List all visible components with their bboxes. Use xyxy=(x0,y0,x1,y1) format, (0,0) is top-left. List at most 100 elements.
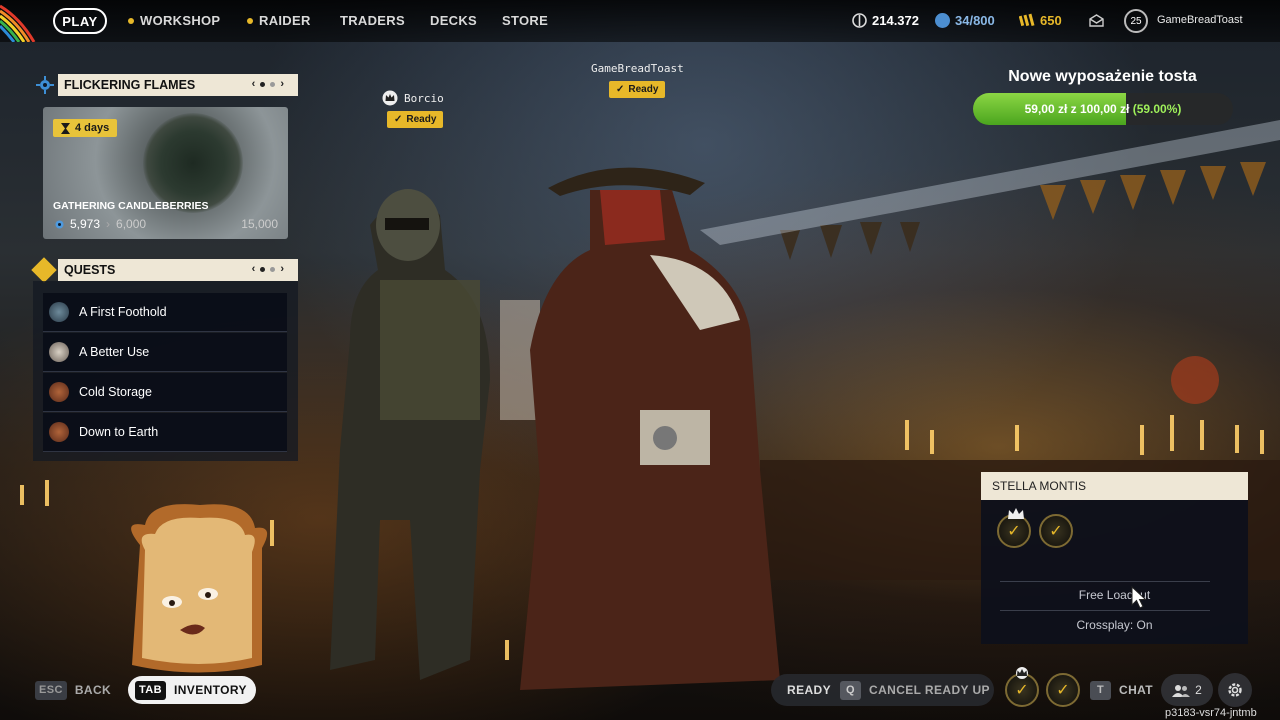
nav-workshop-label: WORKSHOP xyxy=(140,13,221,28)
quest-giver-avatar-icon xyxy=(49,382,69,402)
checkmark-icon: ✓ xyxy=(616,84,625,95)
donation-goal-title: Nowe wyposażenie tosta xyxy=(1008,68,1197,85)
rainbow-stripes-logo xyxy=(0,4,36,42)
party-member-name: GameBreadToast xyxy=(591,62,684,75)
notification-dot-icon xyxy=(247,17,253,24)
inventory-label: INVENTORY xyxy=(174,683,247,697)
quest-giver-avatar-icon xyxy=(49,422,69,442)
crossplay-option[interactable]: Crossplay: On xyxy=(981,618,1248,632)
quest-label: A First Foothold xyxy=(79,305,167,319)
quest-label: A Better Use xyxy=(79,345,150,359)
party-member-ready-badge: ✓ Ready xyxy=(387,111,444,128)
quest-list: A First Foothold A Better Use Cold Stora… xyxy=(33,281,298,461)
back-button[interactable]: ESC BACK xyxy=(35,676,111,704)
quest-label: Down to Earth xyxy=(79,425,159,439)
nav-decks-tab[interactable]: DECKS xyxy=(430,13,477,28)
donation-goal-bar: 59,00 zł z 100,00 zł (59.00%) xyxy=(973,93,1233,125)
quests-next-arrow[interactable]: › xyxy=(280,263,284,275)
nav-store-tab[interactable]: STORE xyxy=(502,13,548,28)
q-key-hint: Q xyxy=(840,680,861,700)
event-title: GATHERING CANDLEBERRIES xyxy=(53,200,209,212)
self-avatar[interactable]: ✓ xyxy=(1005,667,1039,707)
event-progress-row: 5,973 › 6,000 15,000 xyxy=(53,217,278,231)
event-card[interactable]: 4 days GATHERING CANDLEBERRIES 5,973 › 6… xyxy=(43,107,288,239)
quests-header-title: QUESTS xyxy=(64,263,116,277)
build-watermark: p3183-vsr74-jntmb xyxy=(1165,707,1257,719)
nav-workshop-tab[interactable]: WORKSHOP xyxy=(128,13,220,28)
chevron-right-icon: › xyxy=(106,217,111,231)
ready-status-label: Ready xyxy=(406,114,437,125)
nav-traders-tab[interactable]: TRADERS xyxy=(340,13,405,28)
cancel-ready-button[interactable]: Q CANCEL READY UP xyxy=(840,676,990,704)
cancel-ready-label: CANCEL READY UP xyxy=(869,683,990,697)
tab-key-hint: TAB xyxy=(135,680,166,700)
pager-dot-active xyxy=(260,266,266,272)
friends-button[interactable]: 2 xyxy=(1161,674,1213,706)
event-timer-badge: 4 days xyxy=(53,119,118,137)
quests-prev-arrow[interactable]: ‹ xyxy=(252,263,256,275)
event-progress-value: 5,973 xyxy=(70,217,101,231)
crown-icon xyxy=(1016,667,1028,679)
event-header: FLICKERING FLAMES ‹ › xyxy=(58,74,298,96)
goal-percent: (59.00%) xyxy=(1132,102,1182,116)
ready-label: READY xyxy=(787,683,832,697)
goal-separator: z xyxy=(1070,102,1077,116)
t-key-hint: T xyxy=(1090,680,1111,700)
squad-map-title: STELLA MONTIS xyxy=(981,472,1248,500)
event-header-title: FLICKERING FLAMES xyxy=(64,78,196,92)
event-prev-arrow[interactable]: ‹ xyxy=(252,78,256,90)
event-timer-value: 4 days xyxy=(75,122,110,134)
ready-status: READY xyxy=(787,676,831,704)
inventory-button-content: TAB INVENTORY xyxy=(135,676,247,704)
quest-giver-avatar-icon xyxy=(49,302,69,322)
nav-play-tab[interactable]: PLAY xyxy=(53,8,107,34)
candleberry-tree-image xyxy=(143,113,243,213)
quests-pager: ‹ › xyxy=(252,263,284,275)
quest-item[interactable]: A Better Use xyxy=(43,333,287,372)
pager-dot xyxy=(270,266,276,272)
friends-icon xyxy=(1172,684,1191,697)
credits-balance: 650 xyxy=(1019,13,1062,28)
pager-dot xyxy=(270,81,276,87)
profile-name[interactable]: GameBreadToast xyxy=(1157,14,1243,26)
top-navigation-bar: PLAY WORKSHOP RAIDER TRADERS DECKS STORE… xyxy=(0,0,1280,42)
checkmark-icon: ✓ xyxy=(394,114,403,125)
friends-count: 2 xyxy=(1195,683,1202,697)
settings-button[interactable] xyxy=(1218,673,1252,707)
quest-item[interactable]: A First Foothold xyxy=(43,293,287,332)
squad-popup: STELLA MONTIS ✓ ✓ Free Loadout Crossplay… xyxy=(981,472,1248,644)
party-member-ready-badge: ✓ Ready xyxy=(609,81,666,98)
squad-member-avatar[interactable]: ✓ xyxy=(1039,514,1073,548)
event-max-value: 15,000 xyxy=(241,217,278,231)
coins-balance: 214.372 xyxy=(852,13,919,28)
notification-dot-icon xyxy=(128,17,134,24)
pager-dot-active xyxy=(260,81,266,87)
quest-giver-avatar-icon xyxy=(49,342,69,362)
event-pager: ‹ › xyxy=(252,78,284,90)
ready-status-label: Ready xyxy=(628,84,659,95)
back-label: BACK xyxy=(74,683,112,697)
raider-tokens-value: 34/800 xyxy=(955,13,995,28)
donation-goal-text: 59,00 zł z 100,00 zł (59.00%) xyxy=(973,93,1233,125)
teammate-avatar[interactable]: ✓ xyxy=(1046,673,1080,707)
event-milestone-value: 6,000 xyxy=(116,217,147,231)
chat-button[interactable]: T CHAT xyxy=(1090,676,1153,704)
quest-item[interactable]: Cold Storage xyxy=(43,373,287,412)
chat-label: CHAT xyxy=(1119,683,1154,697)
quest-item[interactable]: Down to Earth xyxy=(43,413,287,452)
loadout-option[interactable]: Free Loadout xyxy=(981,588,1248,602)
checkmark-icon: ✓ xyxy=(1015,682,1029,699)
mail-icon[interactable] xyxy=(1089,14,1104,27)
divider xyxy=(1000,610,1210,611)
squad-member-avatar[interactable]: ✓ xyxy=(997,508,1031,548)
credits-value: 650 xyxy=(1040,13,1062,28)
profile-level-badge[interactable]: 25 xyxy=(1124,9,1148,33)
credits-icon xyxy=(1019,13,1035,27)
coins-value: 214.372 xyxy=(872,13,919,28)
nav-raider-tab[interactable]: RAIDER xyxy=(247,13,311,28)
quest-label: Cold Storage xyxy=(79,385,152,399)
event-next-arrow[interactable]: › xyxy=(280,78,284,90)
raider-token-icon xyxy=(935,13,950,28)
event-gear-icon xyxy=(34,74,56,96)
goal-target: 100,00 zł xyxy=(1079,102,1130,116)
